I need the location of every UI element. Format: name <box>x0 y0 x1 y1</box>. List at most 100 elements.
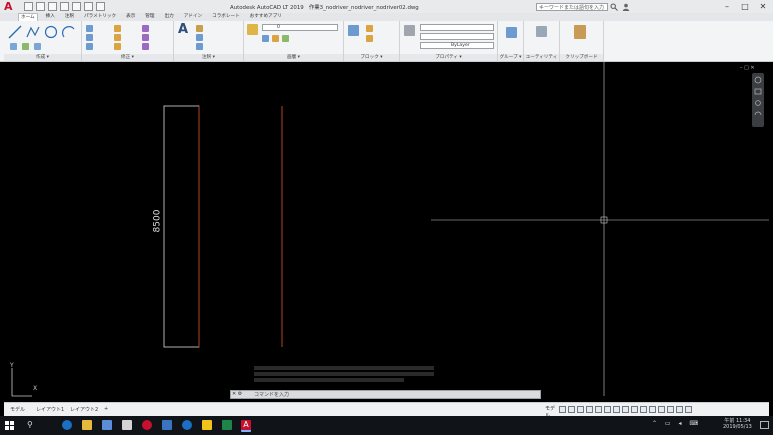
tab-featured-apps[interactable]: おすすめアプリ <box>248 13 284 21</box>
ellipse-tool-icon[interactable] <box>34 43 41 50</box>
clean-screen-icon[interactable] <box>676 405 683 413</box>
modify-panel-label[interactable]: 修正 ▾ <box>82 54 173 61</box>
isolate-objects-icon[interactable] <box>658 405 665 413</box>
properties-panel-label[interactable]: プロパティ ▾ <box>400 54 497 61</box>
plot-icon[interactable] <box>72 2 81 11</box>
dimension-icon[interactable] <box>196 25 203 32</box>
hardware-acceleration-icon[interactable] <box>667 405 674 413</box>
redo-icon[interactable] <box>96 2 105 11</box>
save-as-icon[interactable] <box>60 2 69 11</box>
command-line-buttons[interactable]: ✕ ⚙ <box>232 391 242 397</box>
layers-panel-label[interactable]: 画層 ▾ <box>244 54 343 61</box>
user-icon[interactable] <box>622 3 630 11</box>
osnap-toggle-icon[interactable] <box>595 405 602 413</box>
viewport-controls[interactable]: – □ ✕ <box>740 65 755 71</box>
search-icon[interactable] <box>610 3 618 11</box>
utilities-panel-label[interactable]: ユーティリティ ▾ <box>524 54 559 67</box>
tab-layout2[interactable]: レイアウト2 <box>70 406 98 413</box>
snap-toggle-icon[interactable] <box>568 405 575 413</box>
tab-addins[interactable]: アドイン <box>182 13 204 21</box>
text-tool-button[interactable]: A <box>178 22 188 37</box>
tab-insert[interactable]: 挿入 <box>44 13 57 21</box>
clipboard-panel-label[interactable]: クリップボード <box>560 54 603 61</box>
edge-browser-icon[interactable] <box>62 420 72 430</box>
excel-icon[interactable] <box>222 420 232 430</box>
command-input[interactable]: コマンドを入力 <box>254 391 289 398</box>
system-tray-icons[interactable]: ⌃ ▭ ◂ ⌨ <box>652 420 701 427</box>
workspace-icon[interactable] <box>631 405 638 413</box>
explorer-window-icon[interactable] <box>162 420 172 430</box>
layer-lock-icon[interactable] <box>272 35 279 42</box>
tab-model[interactable]: モデル <box>10 406 25 413</box>
block-panel-label[interactable]: ブロック ▾ <box>344 54 399 61</box>
grid-toggle-icon[interactable] <box>559 405 566 413</box>
tab-home[interactable]: ホーム <box>18 13 38 21</box>
annotation-scale-icon[interactable] <box>622 405 629 413</box>
linetype-dropdown[interactable] <box>420 33 494 40</box>
copy-icon[interactable] <box>86 34 93 41</box>
draw-panel-label[interactable]: 作成 ▾ <box>4 54 81 61</box>
tab-layout1[interactable]: レイアウト1 <box>36 406 64 413</box>
tab-annotate[interactable]: 注釈 <box>63 13 76 21</box>
move-icon[interactable] <box>86 25 93 32</box>
lineweight-toggle-icon[interactable] <box>613 405 620 413</box>
table-icon[interactable] <box>196 43 203 50</box>
rotate-icon[interactable] <box>114 25 121 32</box>
otrack-toggle-icon[interactable] <box>604 405 611 413</box>
ortho-toggle-icon[interactable] <box>577 405 584 413</box>
mail-icon[interactable] <box>122 420 132 430</box>
layer-properties-icon[interactable] <box>247 24 258 35</box>
fillet-icon[interactable] <box>142 34 149 41</box>
array-icon[interactable] <box>142 43 149 50</box>
layer-match-icon[interactable] <box>282 35 289 42</box>
notification-icon[interactable] <box>760 421 769 430</box>
minimize-button[interactable]: – <box>718 0 736 13</box>
insert-block-icon[interactable] <box>348 25 359 36</box>
tab-collaborate[interactable]: コラボレート <box>210 13 242 21</box>
rectangle-tool-icon[interactable] <box>10 43 17 50</box>
windows-start-icon[interactable] <box>5 421 14 430</box>
color-dropdown[interactable] <box>420 24 494 31</box>
quick-access-toolbar[interactable] <box>24 2 105 11</box>
groups-panel-label[interactable]: グループ ▾ <box>498 54 523 61</box>
autocad-logo-icon[interactable]: A <box>4 1 16 12</box>
ie-browser-icon[interactable] <box>182 420 192 430</box>
edit-block-icon[interactable] <box>366 35 373 42</box>
tab-parametric[interactable]: パラメトリック <box>82 13 118 21</box>
scale-icon[interactable] <box>114 43 121 50</box>
navigation-bar[interactable] <box>752 73 764 127</box>
layer-freeze-icon[interactable] <box>262 35 269 42</box>
save-icon[interactable] <box>48 2 57 11</box>
match-properties-icon[interactable] <box>404 25 415 36</box>
customization-icon[interactable] <box>685 405 692 413</box>
open-icon[interactable] <box>36 2 45 11</box>
layer-dropdown[interactable]: 0 <box>262 24 338 31</box>
tab-manage[interactable]: 管理 <box>143 13 156 21</box>
taskbar-clock[interactable]: 午前 11:34 2019/05/13 <box>723 418 752 430</box>
tab-output[interactable]: 出力 <box>163 13 176 21</box>
paste-icon[interactable] <box>574 25 586 39</box>
lineweight-dropdown[interactable]: ByLayer <box>420 42 494 49</box>
tab-view[interactable]: 表示 <box>124 13 137 21</box>
taskbar-search-icon[interactable]: ⚲ <box>27 420 33 429</box>
mirror-icon[interactable] <box>114 34 121 41</box>
undo-icon[interactable] <box>84 2 93 11</box>
leader-icon[interactable] <box>196 34 203 41</box>
hatch-tool-icon[interactable] <box>22 43 29 50</box>
group-icon[interactable] <box>506 27 517 38</box>
circle-tool-icon[interactable] <box>44 25 58 39</box>
stretch-icon[interactable] <box>86 43 93 50</box>
kakaotalk-icon[interactable] <box>202 420 212 430</box>
annotation-monitor-icon[interactable] <box>640 405 647 413</box>
dimension-text[interactable]: 8500 <box>152 210 162 233</box>
help-search-input[interactable]: キーワードまたは語句を入力 <box>536 3 608 11</box>
store-icon[interactable] <box>102 420 112 430</box>
polyline-tool-icon[interactable] <box>26 25 40 39</box>
create-block-icon[interactable] <box>366 25 373 32</box>
annotation-panel-label[interactable]: 注釈 ▾ <box>174 54 243 61</box>
model-space-button[interactable]: モデル <box>545 406 557 419</box>
tab-add-layout[interactable]: + <box>104 406 108 412</box>
units-icon[interactable] <box>649 405 656 413</box>
drawing-canvas[interactable] <box>4 62 769 402</box>
new-icon[interactable] <box>24 2 33 11</box>
